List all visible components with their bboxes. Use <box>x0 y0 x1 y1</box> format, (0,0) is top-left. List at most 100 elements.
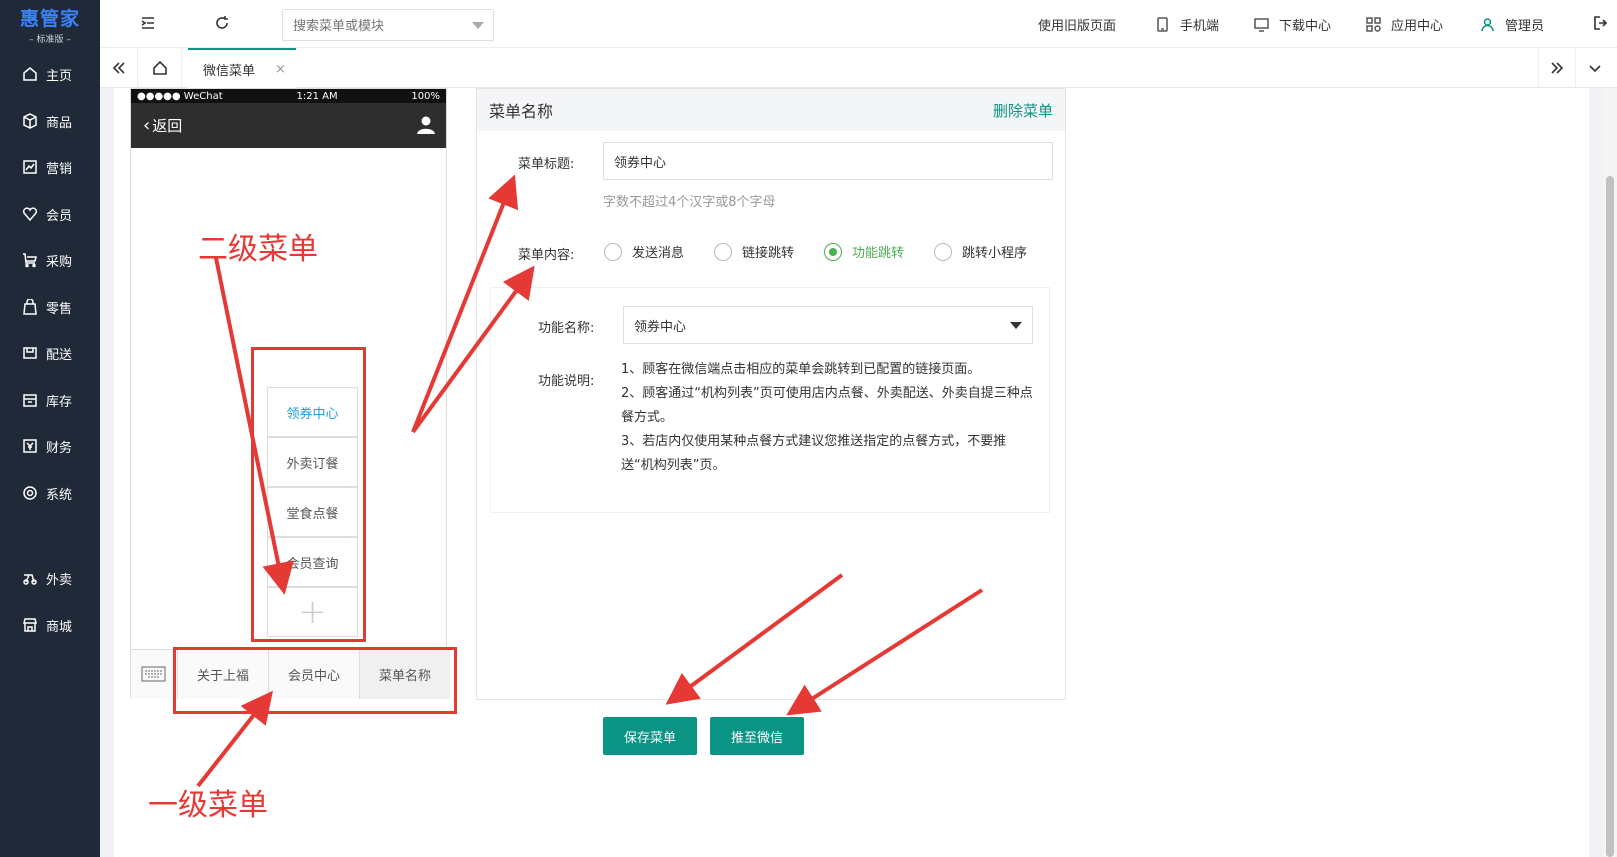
sidebar-item-delivery[interactable]: 配送 <box>0 333 100 373</box>
search-input[interactable] <box>283 10 463 40</box>
sidebar-item-system[interactable]: 系统 <box>0 473 100 513</box>
function-desc-label: 功能说明: <box>538 374 595 389</box>
home-icon <box>23 67 37 81</box>
level2-highlight-box <box>251 347 366 642</box>
caret-down-icon <box>1010 322 1022 329</box>
radio-circle <box>714 242 732 261</box>
sidebar-item-label: 零售 <box>46 301 73 317</box>
logo-sub-text: – 标准版 – <box>29 34 71 45</box>
sidebar-item-marketing[interactable]: 营销 <box>0 147 100 187</box>
old-page-link[interactable]: 使用旧版页面 <box>1038 15 1116 34</box>
desc-line: 3、若店内仅使用某种点餐方式建议您推送指定的点餐方式，不要推送“机构列表”页。 <box>621 434 1007 473</box>
sidebar-item-retail[interactable]: 零售 <box>0 287 100 327</box>
refresh-button[interactable] <box>213 14 233 34</box>
close-icon[interactable]: × <box>275 62 286 77</box>
tab-more-button[interactable] <box>1576 48 1614 88</box>
mobile-link[interactable]: 手机端 <box>1155 15 1219 34</box>
desc-line: 2、顾客通过“机构列表”页可使用店内点餐、外卖配送、外卖自提三种点餐方式。 <box>621 386 1033 425</box>
sidebar-item-home[interactable]: 主页 <box>0 54 100 94</box>
tab-scroll-left[interactable] <box>100 48 138 88</box>
title-label: 菜单标题: <box>518 157 575 172</box>
level1-highlight-box <box>173 647 457 714</box>
title-input[interactable]: 领券中心 <box>603 142 1053 180</box>
sidebar-item-label: 主页 <box>46 68 73 84</box>
battery-text: 100% <box>411 90 440 102</box>
settings-icon <box>23 486 37 500</box>
user-icon <box>417 116 435 134</box>
sidebar-item-finance[interactable]: 财务 <box>0 426 100 466</box>
radio-send-message[interactable]: 发送消息 <box>604 242 684 261</box>
sidebar-item-label: 配送 <box>46 347 73 363</box>
push-wechat-button[interactable]: 推至微信 <box>710 717 804 755</box>
sidebar-item-label: 营销 <box>46 161 73 177</box>
function-select-value: 领券中心 <box>634 319 687 335</box>
chart-icon <box>23 160 37 174</box>
panel-title: 菜单名称 <box>489 102 554 121</box>
sidebar-item-label: 库存 <box>46 394 73 410</box>
function-select[interactable]: 领券中心 <box>623 306 1033 344</box>
delete-menu-link[interactable]: 删除菜单 <box>993 100 1053 121</box>
logo[interactable]: 惠管家 – 标准版 – <box>0 0 100 48</box>
download-label: 下载中心 <box>1279 19 1332 34</box>
panel-header: 菜单名称 删除菜单 <box>477 89 1065 131</box>
home-tab[interactable] <box>138 48 182 88</box>
back-label[interactable]: 返回 <box>152 115 182 136</box>
sidebar-item-label: 商品 <box>46 115 73 131</box>
refresh-icon <box>216 16 228 29</box>
sidebar: 惠管家 – 标准版 – 主页 商品 营销 会员 采购 零售 配送 库存 财务 系… <box>0 0 100 857</box>
sidebar-item-label: 采购 <box>46 254 73 270</box>
logout-button[interactable] <box>1592 14 1612 34</box>
content-label: 菜单内容: <box>518 248 575 263</box>
app-center-link[interactable]: 应用中心 <box>1366 15 1443 34</box>
tab-wechat-menu[interactable]: 微信菜单 × <box>188 48 296 88</box>
radio-link-jump[interactable]: 链接跳转 <box>714 242 794 261</box>
tab-bar: 微信菜单 × <box>100 48 1617 88</box>
double-chevron-left-icon <box>112 62 125 74</box>
chevron-down-icon <box>472 22 484 29</box>
radio-function-jump[interactable]: 功能跳转 <box>824 242 904 261</box>
cart-icon <box>23 253 37 268</box>
store-icon <box>23 618 37 632</box>
radio-circle <box>934 242 952 261</box>
sidebar-item-label: 系统 <box>46 487 73 503</box>
carrier-text: ●●●●● WeChat <box>137 90 223 102</box>
function-name-label: 功能名称: <box>538 321 595 336</box>
user-menu[interactable]: 管理员 <box>1480 15 1544 34</box>
scooter-icon <box>23 574 37 585</box>
sidebar-item-member[interactable]: 会员 <box>0 194 100 234</box>
keyboard-icon[interactable] <box>141 664 166 684</box>
mobile-label: 手机端 <box>1180 19 1220 34</box>
function-description: 1、顾客在微信端点击相应的菜单会跳转到已配置的链接页面。 2、顾客通过“机构列表… <box>621 358 1036 478</box>
radio-label: 跳转小程序 <box>962 246 1028 261</box>
download-center-link[interactable]: 下载中心 <box>1254 15 1331 34</box>
apps-label: 应用中心 <box>1391 19 1444 34</box>
scrollbar[interactable] <box>1603 88 1617 857</box>
tab-scroll-right[interactable] <box>1538 48 1576 88</box>
menu-search[interactable] <box>282 9 494 41</box>
sidebar-item-inventory[interactable]: 库存 <box>0 380 100 420</box>
topbar: 使用旧版页面 手机端 下载中心 应用中心 管理员 <box>100 0 1617 48</box>
sidebar-item-label: 财务 <box>46 440 73 456</box>
sidebar-item-goods[interactable]: 商品 <box>0 101 100 141</box>
chevron-down-icon <box>1589 65 1601 73</box>
logo-main-text: 惠管家 <box>19 7 80 30</box>
menu-toggle-button[interactable] <box>139 14 159 34</box>
radio-mini-program[interactable]: 跳转小程序 <box>934 242 1027 261</box>
user-label: 管理员 <box>1505 19 1545 34</box>
yen-icon <box>23 439 37 453</box>
grid-icon <box>1366 17 1381 32</box>
bag-icon <box>23 299 37 315</box>
sidebar-item-mall[interactable]: 商城 <box>0 605 100 645</box>
monitor-icon <box>1254 18 1269 32</box>
scrollbar-thumb[interactable] <box>1606 176 1614 857</box>
time-text: 1:21 AM <box>296 90 338 102</box>
menu-fold-icon <box>141 17 154 29</box>
heart-icon <box>22 207 38 222</box>
level2-annotation: 二级菜单 <box>198 232 318 267</box>
save-menu-button[interactable]: 保存菜单 <box>603 717 697 755</box>
double-chevron-right-icon <box>1551 62 1564 74</box>
sidebar-item-purchase[interactable]: 采购 <box>0 240 100 280</box>
title-hint: 字数不超过4个汉字或8个字母 <box>603 195 776 210</box>
chevron-left-icon: ‹ <box>143 115 151 136</box>
sidebar-item-takeout[interactable]: 外卖 <box>0 558 100 598</box>
